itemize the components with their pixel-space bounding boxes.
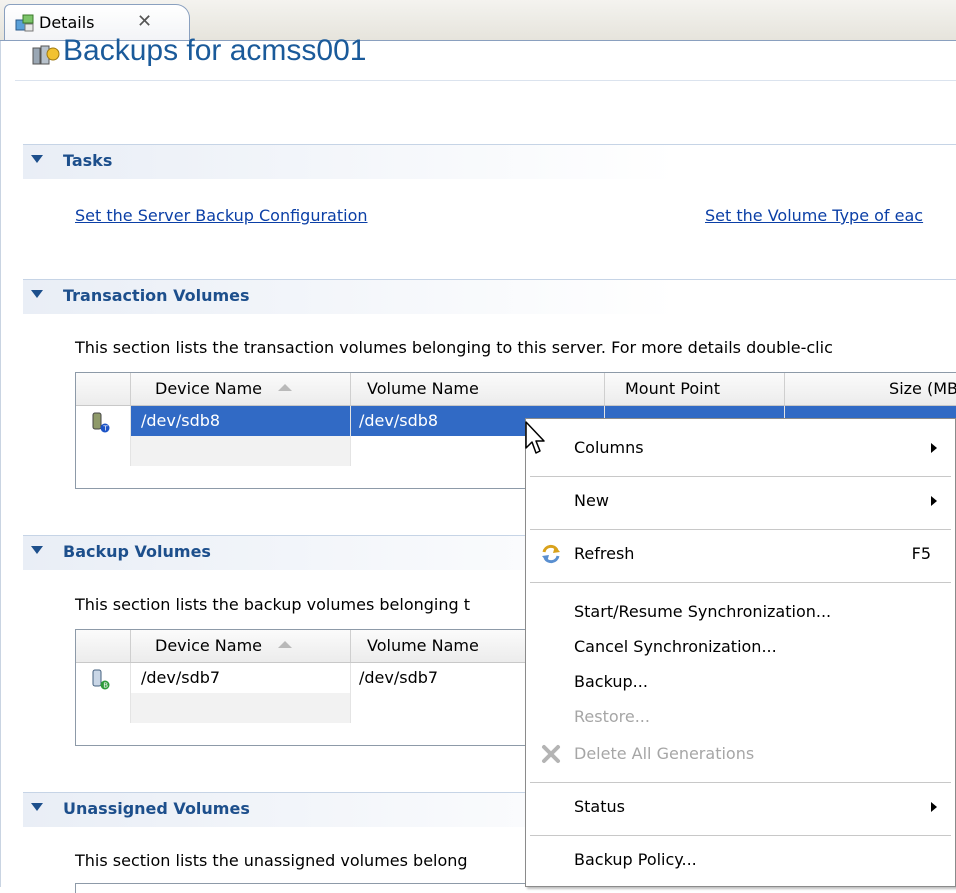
collapse-arrow-icon[interactable] <box>31 546 43 554</box>
backup-server-icon <box>32 45 60 65</box>
menu-item-label: Backup... <box>574 672 648 691</box>
menu-item-label: Start/Resume Synchronization... <box>574 602 832 621</box>
mouse-pointer-icon <box>525 421 545 454</box>
page-title: Backups for acmss001 <box>63 34 367 67</box>
empty-cell <box>130 436 350 466</box>
tab-label: Details <box>39 13 95 32</box>
menu-item-cancel-sync[interactable]: Cancel Synchronization... <box>526 630 955 664</box>
section-tasks-header[interactable]: Tasks <box>23 144 956 179</box>
menu-separator <box>530 529 951 530</box>
menu-item-label: Delete All Generations <box>574 744 755 763</box>
column-label: Size (MB <box>889 379 956 398</box>
submenu-arrow-icon <box>931 496 937 506</box>
column-label: Volume Name <box>367 379 479 398</box>
menu-item-new[interactable]: New <box>526 484 955 518</box>
section-title: Transaction Volumes <box>63 286 250 305</box>
column-label: Mount Point <box>625 379 720 398</box>
menu-item-delete-all-generations: Delete All Generations <box>526 737 955 771</box>
title-divider <box>15 80 956 81</box>
menu-separator <box>530 835 951 836</box>
menu-item-status[interactable]: Status <box>526 790 955 824</box>
close-icon[interactable]: ✕ <box>137 11 152 32</box>
menu-separator <box>530 582 951 583</box>
menu-item-columns[interactable]: Columns <box>526 431 955 465</box>
set-volume-type-link[interactable]: Set the Volume Type of eac <box>705 206 923 225</box>
column-device-name[interactable]: Device Name <box>130 373 350 405</box>
menu-separator <box>530 782 951 783</box>
collapse-arrow-icon[interactable] <box>31 155 43 163</box>
menu-item-label: Status <box>574 797 625 816</box>
menu-item-label: Backup Policy... <box>574 850 697 869</box>
submenu-arrow-icon <box>931 443 937 453</box>
section-description: This section lists the transaction volum… <box>75 338 833 357</box>
menu-item-label: Cancel Synchronization... <box>574 637 777 656</box>
menu-item-start-resume-sync[interactable]: Start/Resume Synchronization... <box>526 595 955 629</box>
column-mount-point[interactable]: Mount Point <box>604 373 784 405</box>
cell-device-name[interactable]: /dev/sdb7 <box>130 663 350 693</box>
set-server-backup-config-link[interactable]: Set the Server Backup Configuration <box>75 206 368 225</box>
menu-item-label: Columns <box>574 438 644 457</box>
details-view-icon <box>15 14 34 32</box>
svg-text:T: T <box>102 425 108 433</box>
sort-ascending-icon <box>278 641 293 648</box>
context-menu[interactable]: Columns New Refresh F5 Start/Resume Sync… <box>525 418 956 887</box>
menu-item-label: Restore... <box>574 707 650 726</box>
section-transaction-volumes-header[interactable]: Transaction Volumes <box>23 279 956 314</box>
column-device-name[interactable]: Device Name <box>130 630 350 662</box>
collapse-arrow-icon[interactable] <box>31 290 43 298</box>
backup-volume-icon: B <box>92 669 110 690</box>
collapse-arrow-icon[interactable] <box>31 803 43 811</box>
cell-device-name[interactable]: /dev/sdb8 <box>130 406 350 436</box>
delete-icon <box>542 745 560 763</box>
column-size[interactable]: Size (MB <box>784 373 956 405</box>
menu-separator <box>530 476 951 477</box>
section-description: This section lists the unassigned volume… <box>75 851 468 870</box>
table-header: Device Name Volume Name Mount Point Size… <box>76 373 956 406</box>
menu-item-restore: Restore... <box>526 700 955 734</box>
submenu-arrow-icon <box>931 802 937 812</box>
section-title: Backup Volumes <box>63 542 211 561</box>
svg-text:B: B <box>103 682 108 690</box>
sort-ascending-icon <box>278 384 293 391</box>
refresh-icon <box>542 544 560 564</box>
column-label: Volume Name <box>367 636 479 655</box>
section-title: Tasks <box>63 151 113 170</box>
menu-item-label: New <box>574 491 609 510</box>
empty-cell <box>130 693 350 723</box>
transaction-volume-icon: T <box>92 412 110 433</box>
menu-item-backup[interactable]: Backup... <box>526 665 955 699</box>
menu-item-refresh[interactable]: Refresh F5 <box>526 537 955 571</box>
menu-item-shortcut: F5 <box>911 544 931 563</box>
menu-item-backup-policy[interactable]: Backup Policy... <box>526 843 955 877</box>
column-label: Device Name <box>155 379 263 398</box>
section-title: Unassigned Volumes <box>63 799 250 818</box>
menu-item-label: Refresh <box>574 544 635 563</box>
section-description: This section lists the backup volumes be… <box>75 595 470 614</box>
column-volume-name[interactable]: Volume Name <box>350 373 604 405</box>
column-label: Device Name <box>155 636 263 655</box>
